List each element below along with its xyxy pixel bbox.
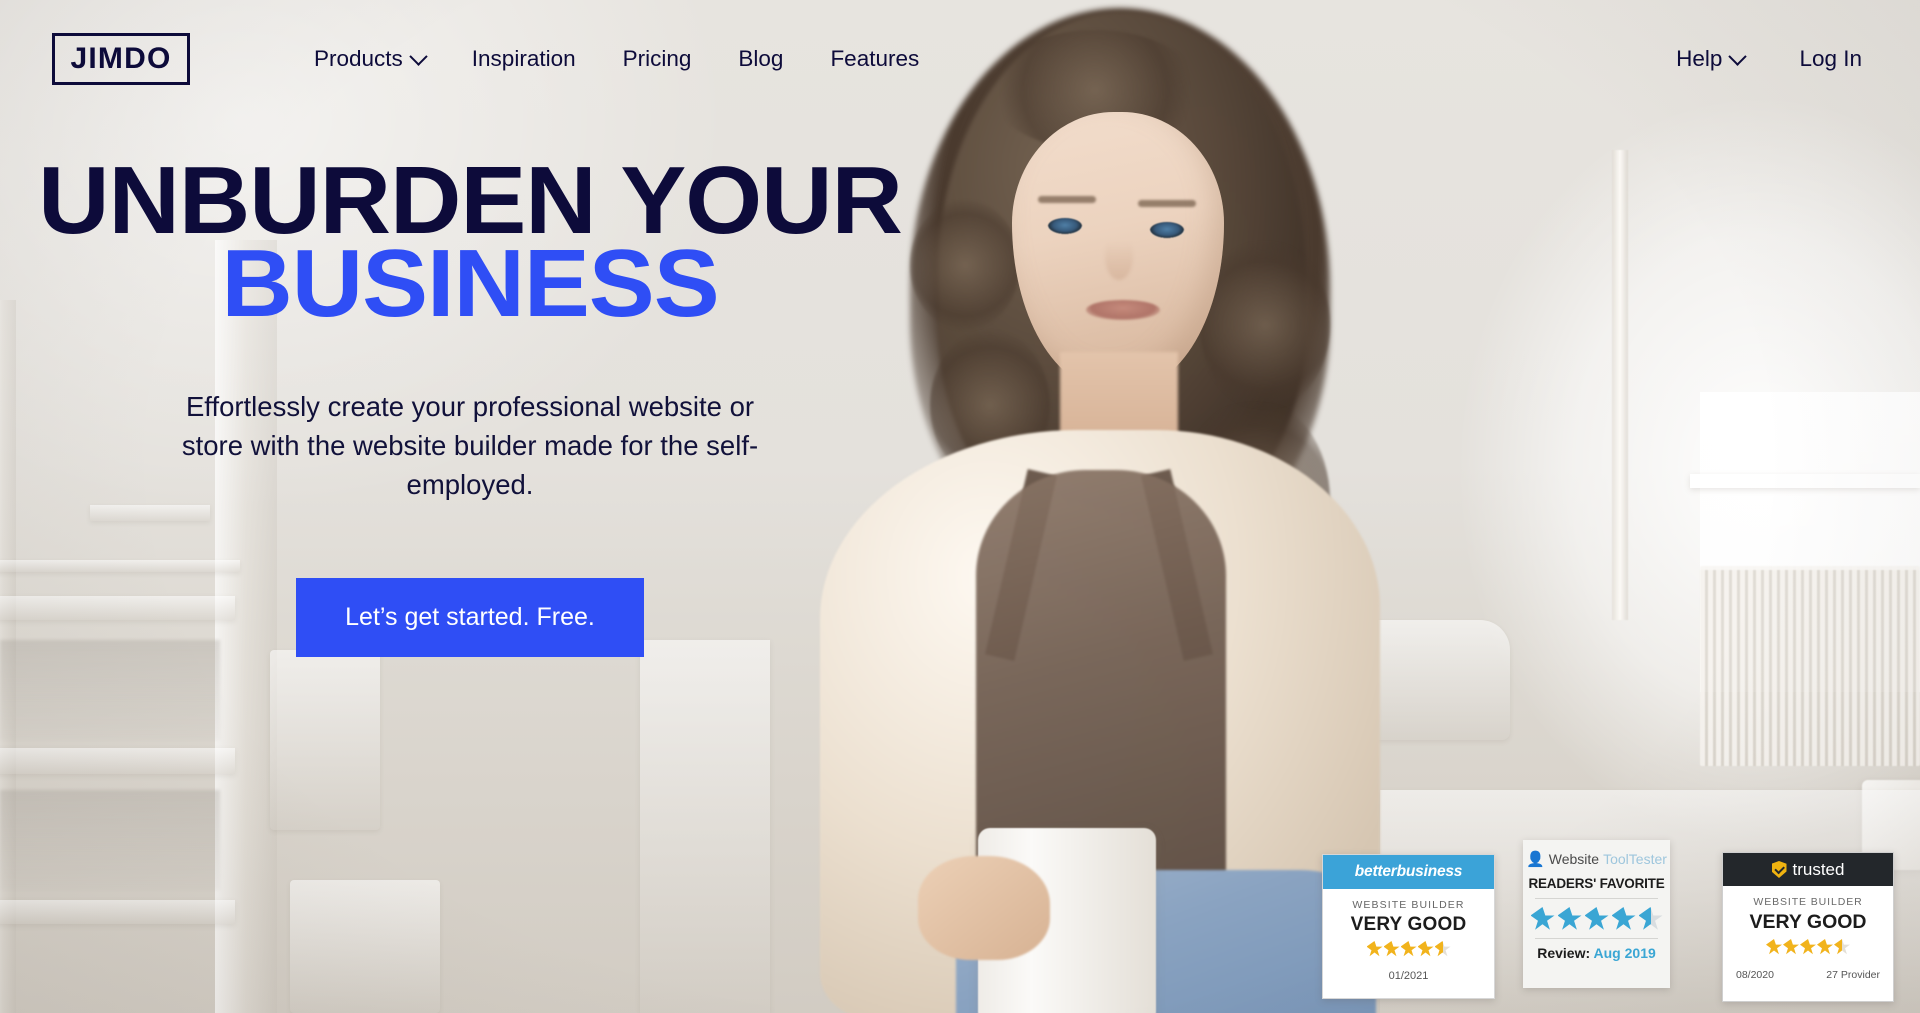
badge-brand: trusted [1723,853,1893,886]
badge-brand-part2: ToolTester [1603,851,1667,867]
star-half-icon [1834,939,1850,955]
person-eyebrow [1038,196,1096,203]
badge-providers: 27 Provider [1826,969,1880,981]
award-badges: better business WEBSITE BUILDER VERY GOOD… [1322,830,1902,1013]
badge-trusted[interactable]: trusted WEBSITE BUILDER VERY GOOD 08/202… [1722,852,1894,1002]
badge-brand-part1: Website [1548,851,1600,867]
badge-review: Review: Aug 2019 [1523,945,1670,961]
star-icon [1530,907,1555,930]
person-nose [1105,232,1133,280]
badge-brand-part1: better [1354,863,1397,880]
badge-category: WEBSITE BUILDER [1753,896,1863,908]
headline-line-2: BUSINESS [221,229,719,337]
secondary-nav: Help Log In [1676,46,1862,72]
person-mouth [1086,300,1160,320]
hero-content: UNBURDEN YOUR BUSINESS Effortlessly crea… [0,153,940,658]
radiator [1700,566,1920,766]
badge-grade: VERY GOOD [1749,911,1867,933]
background-pipe [1612,150,1628,620]
star-icon [1783,939,1799,955]
person-hand [918,856,1050,960]
nav-item-login[interactable]: Log In [1799,46,1862,72]
nav-item-help[interactable]: Help [1676,46,1748,72]
nav-item-products[interactable]: Products [314,46,428,72]
badge-rating-stars [1523,907,1670,931]
star-icon [1800,939,1816,955]
background-box [290,880,440,1013]
person-eyebrow [1138,200,1196,207]
star-icon [1400,941,1417,957]
hero-page: JIMDO Products Inspiration Pricing Blog … [0,0,1920,1013]
person-eye [1048,218,1082,234]
background-shelf [0,748,235,774]
badge-divider [1535,898,1658,899]
badge-website-tool-tester[interactable]: 👤 Website ToolTester READERS' FAVORITE Re… [1523,840,1670,988]
star-icon [1557,907,1582,930]
site-header: JIMDO Products Inspiration Pricing Blog … [0,0,1920,118]
badge-body: WEBSITE BUILDER VERY GOOD 01/2021 [1323,889,1494,982]
star-icon [1366,941,1383,957]
background-shelf [0,900,235,924]
chevron-down-icon [1728,46,1748,66]
badge-brand-part2: business [1396,863,1463,880]
window-sill [1690,474,1920,488]
background-shadow [0,790,220,890]
badge-brand-name: trusted [1792,859,1845,879]
star-icon [1383,941,1400,957]
badge-grade: VERY GOOD [1350,914,1467,935]
badge-title: READERS' FAVORITE [1528,876,1665,891]
badge-date: 01/2021 [1388,970,1429,982]
background-box [640,640,770,1013]
page-title: UNBURDEN YOUR BUSINESS [0,153,954,337]
star-icon [1611,907,1636,930]
logo-text: JIMDO [70,42,172,75]
shield-check-icon [1771,861,1787,878]
star-icon [1584,907,1609,930]
badge-better-business[interactable]: better business WEBSITE BUILDER VERY GOOD… [1322,854,1495,999]
badge-review-label: Review: [1537,945,1591,961]
jimdo-logo[interactable]: JIMDO [52,33,190,85]
badge-review-date: Aug 2019 [1593,945,1656,961]
primary-nav: Products Inspiration Pricing Blog Featur… [314,46,919,72]
badge-brand: better business [1323,855,1494,889]
badge-footer: 08/2020 27 Provider [1723,969,1893,981]
hero-subcopy: Effortlessly create your professional we… [181,391,759,501]
nav-item-inspiration[interactable]: Inspiration [472,46,576,72]
badge-divider [1535,938,1658,939]
background-box [270,650,380,830]
star-icon [1766,939,1782,955]
nav-label: Help [1676,46,1723,71]
nav-item-pricing[interactable]: Pricing [623,46,692,72]
person-icon: 👤 [1526,851,1545,868]
badge-category: WEBSITE BUILDER [1352,899,1465,911]
person-eye [1150,222,1184,238]
nav-item-blog[interactable]: Blog [738,46,783,72]
badge-rating-stars [1323,941,1494,957]
star-icon [1417,941,1434,957]
nav-item-features[interactable]: Features [830,46,919,72]
get-started-button[interactable]: Let’s get started. Free. [296,578,644,658]
chevron-down-icon [409,46,428,66]
star-half-icon [1638,907,1663,930]
badge-date: 08/2020 [1736,969,1774,981]
nav-label: Products [314,46,403,71]
star-half-icon [1434,941,1451,957]
badge-rating-stars [1723,939,1893,955]
badge-brand: 👤 Website ToolTester [1523,840,1670,868]
star-icon [1817,939,1833,955]
badge-body: WEBSITE BUILDER VERY GOOD 08/2020 27 Pro… [1723,886,1893,981]
